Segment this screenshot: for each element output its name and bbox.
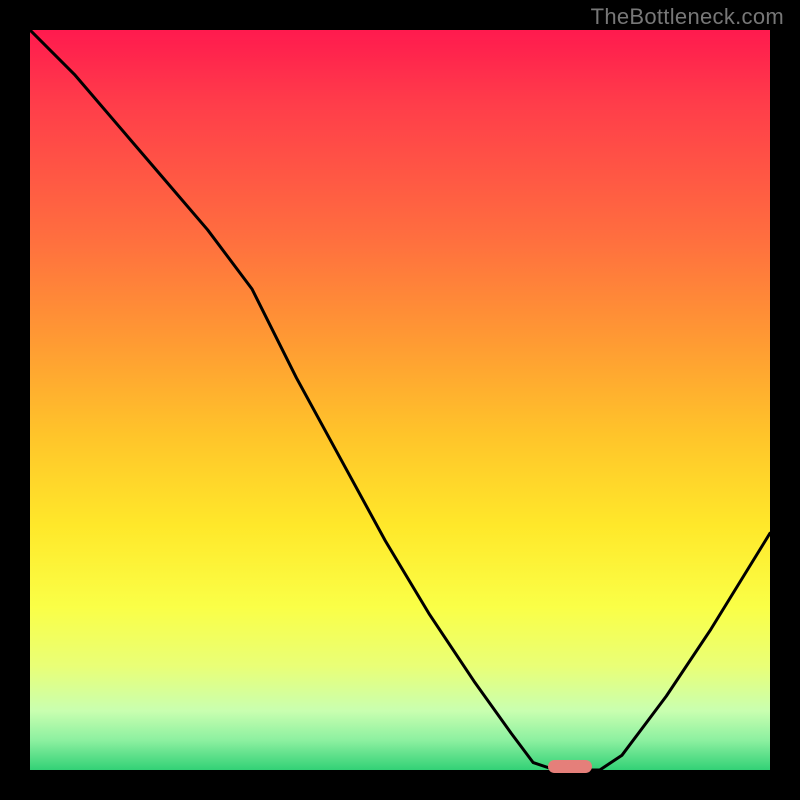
chart-container: TheBottleneck.com [0, 0, 800, 800]
watermark-text: TheBottleneck.com [591, 4, 784, 30]
optimal-range-marker [548, 760, 592, 773]
plot-area [30, 30, 770, 770]
bottleneck-curve [30, 30, 770, 770]
